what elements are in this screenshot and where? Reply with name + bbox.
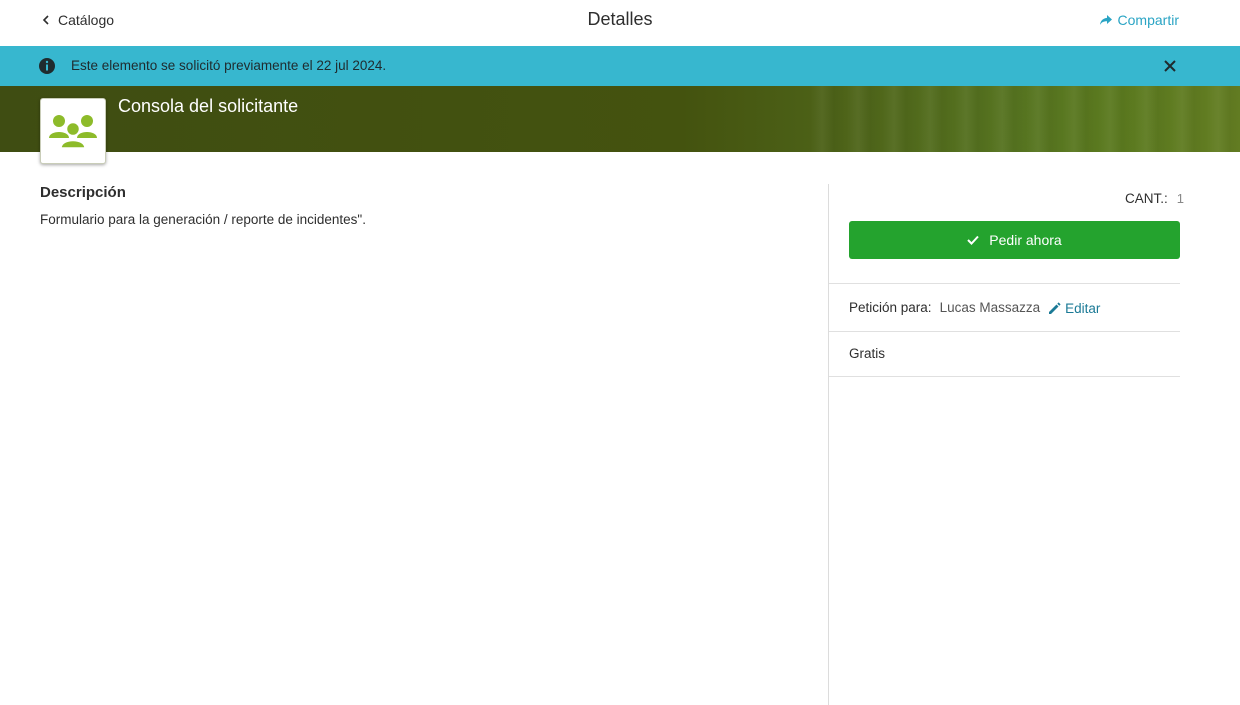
share-button[interactable]: Compartir — [1099, 12, 1179, 28]
banner-message: Este elemento se solicitó previamente el… — [71, 58, 387, 73]
description-text: Formulario para la generación / reporte … — [40, 212, 366, 227]
hero-texture — [810, 86, 1240, 152]
info-banner: Este elemento se solicitó previamente el… — [0, 46, 1240, 86]
quantity-label: CANT.: — [1125, 191, 1168, 206]
group-icon — [49, 115, 97, 149]
close-icon[interactable] — [1162, 58, 1178, 74]
info-icon — [39, 58, 55, 74]
panel-divider — [828, 184, 829, 705]
back-label: Catálogo — [58, 12, 115, 28]
back-to-catalog-link[interactable]: Catálogo — [42, 12, 114, 28]
separator — [829, 376, 1180, 377]
separator — [829, 331, 1180, 332]
edit-requester-link[interactable]: Editar — [1048, 301, 1100, 316]
checkmark-icon — [967, 235, 980, 245]
edit-label: Editar — [1065, 301, 1101, 316]
description-heading: Descripción — [40, 184, 126, 201]
order-now-label: Pedir ahora — [989, 232, 1062, 248]
price: Gratis — [849, 346, 886, 361]
quantity-value: 1 — [1176, 191, 1184, 206]
item-title: Consola del solicitante — [118, 96, 299, 116]
request-for-label: Petición para: — [849, 299, 932, 315]
quantity: CANT.: 1 — [1125, 191, 1184, 206]
share-label: Compartir — [1117, 12, 1179, 28]
order-now-button[interactable]: Pedir ahora — [849, 221, 1180, 259]
top-bar: Catálogo Detalles Compartir — [0, 0, 1240, 46]
share-arrow-icon — [1099, 15, 1112, 25]
page-title: Detalles — [587, 9, 653, 29]
chevron-left-icon — [42, 15, 49, 25]
separator — [829, 283, 1180, 284]
item-logo — [40, 98, 106, 164]
request-for-row: Petición para: Lucas Massazza Editar — [849, 298, 1100, 317]
pencil-icon — [1049, 302, 1061, 314]
request-for-value: Lucas Massazza — [939, 299, 1041, 315]
